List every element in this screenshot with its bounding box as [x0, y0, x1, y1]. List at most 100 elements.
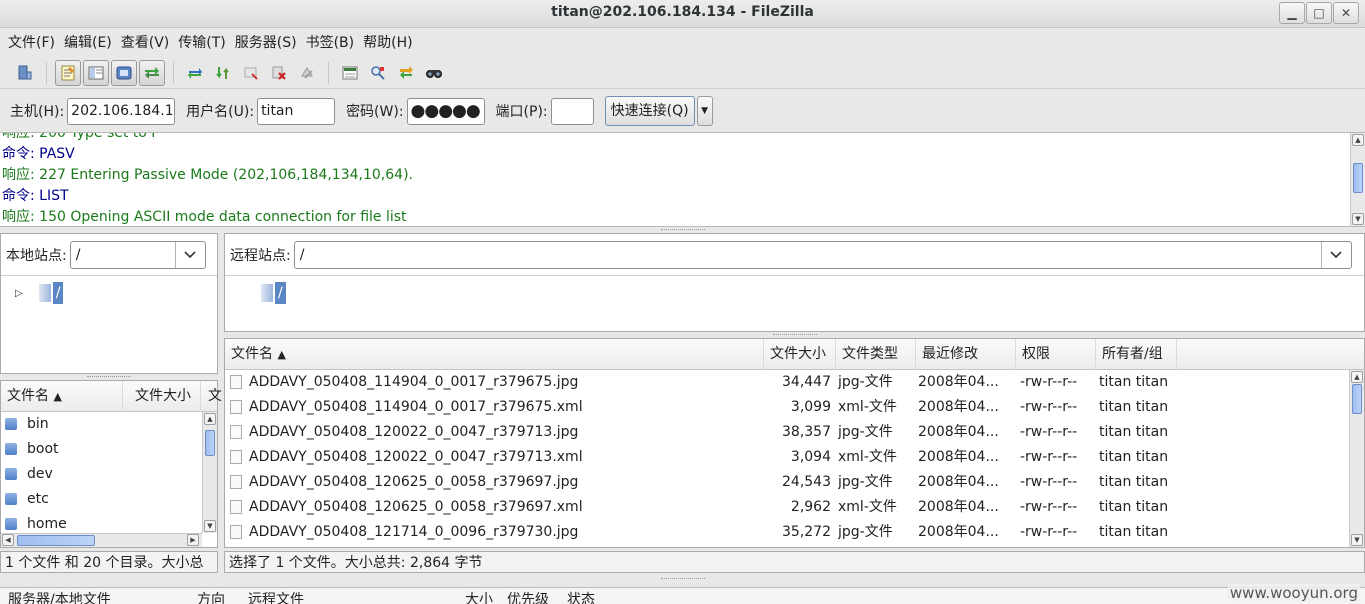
menu-transfer[interactable]: 传输(T)	[174, 32, 229, 52]
list-item[interactable]: etc	[5, 487, 49, 512]
quickconnect-button[interactable]: 快速连接(Q)	[604, 96, 695, 126]
log-line: 响应: 200 Type set to I	[2, 132, 156, 141]
remote-site-combo[interactable]: /	[293, 241, 1352, 269]
host-input[interactable]: 202.106.184.134	[67, 97, 176, 125]
sync-browse-button[interactable]	[393, 60, 419, 86]
table-row[interactable]: ADDAVY_050408_120625_0_0058_r379697.xml 2…	[225, 495, 1349, 520]
queue-splitter[interactable]	[0, 576, 1365, 582]
expand-arrow-icon[interactable]: ▷	[15, 288, 23, 299]
scroll-right-icon[interactable]: ▶	[187, 534, 199, 546]
local-tree-root[interactable]: ▷ /	[15, 282, 64, 304]
file-size: 3,099	[790, 399, 831, 415]
queue-col-status[interactable]: 状态	[567, 589, 595, 604]
scroll-thumb[interactable]	[17, 535, 95, 546]
menu-server[interactable]: 服务器(S)	[231, 32, 301, 52]
quickconnect-bar: 主机(H): 202.106.184.134 用户名(U): titan 密码(…	[0, 92, 1365, 130]
process-queue-button[interactable]	[210, 60, 236, 86]
search-icon	[426, 69, 442, 78]
menu-bar: 文件(F) 编辑(E) 查看(V) 传输(T) 服务器(S) 书签(B) 帮助(…	[0, 29, 1365, 55]
remote-list-scrollbar[interactable]: ▲ ▼	[1349, 370, 1364, 547]
local-list-scrollbar[interactable]: ▲ ▼	[202, 412, 217, 533]
scroll-thumb[interactable]	[1353, 163, 1363, 193]
local-list-hscrollbar[interactable]: ◀ ▶	[1, 533, 202, 547]
toggle-queue-button[interactable]	[139, 59, 165, 86]
chevron-down-icon[interactable]	[174, 242, 205, 268]
menu-view[interactable]: 查看(V)	[117, 32, 174, 52]
scroll-down-icon[interactable]: ▼	[1351, 534, 1363, 546]
table-row[interactable]: ADDAVY_050408_120022_0_0047_r379713.xml 3…	[225, 445, 1349, 470]
table-row[interactable]: ADDAVY_050408_114904_0_0017_r379675.jpg 3…	[225, 370, 1349, 395]
scroll-down-icon[interactable]: ▼	[204, 520, 216, 532]
scroll-up-icon[interactable]: ▲	[1352, 134, 1364, 146]
table-row[interactable]: ADDAVY_050408_120625_0_0058_r379697.jpg 2…	[225, 470, 1349, 495]
scroll-up-icon[interactable]: ▲	[204, 413, 216, 425]
queue-col-local[interactable]: 服务器/本地文件	[8, 589, 111, 604]
local-col-size[interactable]: 文件大小	[129, 381, 201, 412]
menu-edit[interactable]: 编辑(E)	[60, 32, 116, 52]
remote-tree-root[interactable]: /	[261, 282, 286, 304]
site-manager-button[interactable]	[12, 60, 38, 86]
filter-button[interactable]	[337, 60, 363, 86]
toggle-local-tree-button[interactable]	[83, 59, 109, 86]
queue-col-direction[interactable]: 方向	[197, 589, 225, 604]
quickconnect-history-button[interactable]: ▼	[696, 96, 713, 126]
menu-bookmarks[interactable]: 书签(B)	[302, 32, 359, 52]
remote-col-name[interactable]: 文件名 ▲	[225, 339, 764, 370]
local-tree-panel: 本地站点: / ▷ /	[0, 233, 218, 374]
toggle-remote-tree-button[interactable]	[111, 59, 137, 86]
local-col-name[interactable]: 文件名 ▲	[1, 381, 123, 412]
list-item[interactable]: boot	[5, 437, 59, 462]
compare-button[interactable]	[365, 60, 391, 86]
queue-col-remote[interactable]: 远程文件	[248, 589, 304, 604]
file-type: jpg-文件	[838, 424, 893, 440]
log-scrollbar[interactable]: ▲ ▼	[1350, 133, 1365, 226]
remote-col-modified[interactable]: 最近修改	[916, 339, 1016, 370]
password-input[interactable]: ●●●●●	[406, 97, 485, 125]
scroll-down-icon[interactable]: ▼	[1352, 213, 1364, 225]
remote-col-size[interactable]: 文件大小	[764, 339, 836, 370]
remote-list-header: 文件名 ▲ 文件大小 文件类型 最近修改 权限 所有者/组	[225, 339, 1364, 370]
reconnect-button[interactable]	[294, 60, 320, 86]
minimize-icon: ▁	[1287, 6, 1297, 20]
password-label: 密码(W):	[346, 104, 404, 120]
list-item[interactable]: dev	[5, 462, 53, 487]
remote-col-owner[interactable]: 所有者/组	[1096, 339, 1177, 370]
queue-col-size[interactable]: 大小	[465, 589, 493, 604]
remote-site-label: 远程站点:	[230, 248, 291, 264]
file-size: 24,543	[782, 474, 831, 490]
menu-help[interactable]: 帮助(H)	[359, 32, 416, 52]
menu-file[interactable]: 文件(F)	[4, 32, 59, 52]
list-item[interactable]: home	[5, 512, 67, 532]
table-row[interactable]: ADDAVY_050408_120022_0_0047_r379713.jpg 3…	[225, 420, 1349, 445]
server-icon	[261, 284, 273, 302]
search-button[interactable]	[421, 60, 447, 86]
file-type: jpg-文件	[838, 524, 893, 540]
scroll-thumb[interactable]	[205, 430, 215, 456]
table-row[interactable]: ADDAVY_050408_121714_0_0096_r379730.jpg 3…	[225, 520, 1349, 545]
scroll-thumb[interactable]	[1352, 384, 1362, 414]
toggle-log-button[interactable]	[55, 59, 81, 86]
local-col-type[interactable]: 文	[202, 381, 222, 412]
scroll-left-icon[interactable]: ◀	[2, 534, 14, 546]
local-file-list: 文件名 ▲ 文件大小 文 bin boot dev etc home ▲ ▼ ◀…	[0, 380, 222, 548]
queue-col-priority[interactable]: 优先级	[507, 589, 549, 604]
scroll-up-icon[interactable]: ▲	[1351, 371, 1363, 383]
folder-icon	[5, 493, 17, 505]
disconnect-button[interactable]	[266, 60, 292, 86]
table-row[interactable]: ADDAVY_050408_114904_0_0017_r379675.xml 3…	[225, 395, 1349, 420]
remote-col-permissions[interactable]: 权限	[1016, 339, 1096, 370]
refresh-button[interactable]	[182, 60, 208, 86]
user-input[interactable]: titan	[257, 97, 336, 125]
local-site-combo[interactable]: /	[69, 241, 206, 269]
chevron-down-icon[interactable]	[1320, 242, 1351, 268]
list-item[interactable]: bin	[5, 412, 49, 437]
message-log[interactable]: 响应: 200 Type set to I 命令: PASV 响应: 227 E…	[0, 132, 1365, 227]
toggle-local-tree-icon	[88, 66, 104, 79]
close-button[interactable]: ✕	[1333, 2, 1359, 24]
remote-site-bar: 远程站点: /	[230, 241, 1352, 269]
cancel-operation-button[interactable]	[238, 60, 264, 86]
port-input[interactable]	[550, 97, 594, 125]
minimize-button[interactable]: ▁	[1279, 2, 1305, 24]
remote-col-type[interactable]: 文件类型	[836, 339, 916, 370]
maximize-button[interactable]: □	[1306, 2, 1332, 24]
